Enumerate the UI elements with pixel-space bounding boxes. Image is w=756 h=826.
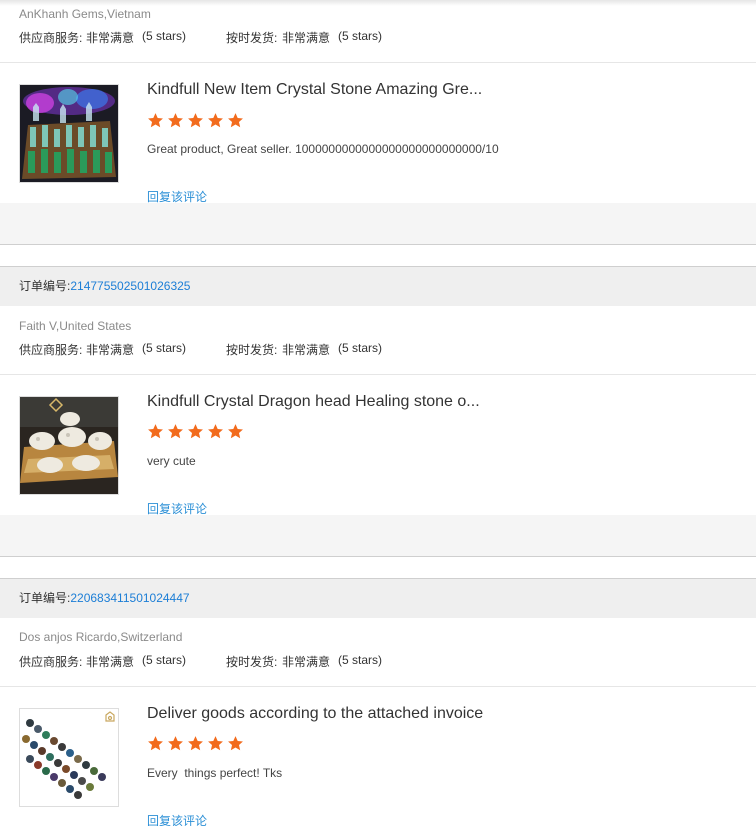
star-icon [207, 423, 224, 440]
on-time-delivery-label: 按时发货: [226, 31, 278, 45]
supplier-service-value: 非常满意 [86, 655, 135, 669]
rating-stars [147, 112, 247, 130]
star-icon [207, 112, 224, 129]
supplier-service-label: 供应商服务: [19, 655, 83, 669]
order-header: 订单编号:220683411501024447 [0, 578, 756, 618]
on-time-delivery-value: 非常满意 [282, 655, 331, 669]
supplier-service-label: 供应商服务: [19, 31, 83, 45]
review-item: Kindfull New Item Crystal Stone Amazing … [0, 63, 756, 204]
review-comment: very cute [147, 454, 196, 468]
supplier-service-stars: (5 stars) [142, 341, 187, 355]
on-time-delivery-stars: (5 stars) [338, 341, 383, 355]
star-icon [207, 735, 224, 752]
product-title[interactable]: Deliver goods according to the attached … [147, 705, 483, 723]
order-number-link[interactable]: 214775502501026325 [70, 279, 190, 293]
star-icon [227, 735, 244, 752]
star-icon [227, 423, 244, 440]
order-number-label: 订单编号: [19, 279, 71, 293]
review-comment: Great product, Great seller. 10000000000… [147, 142, 499, 156]
order-number-label: 订单编号: [19, 591, 71, 605]
review-item: Deliver goods according to the attached … [0, 687, 756, 826]
on-time-delivery-label: 按时发货: [226, 343, 278, 357]
on-time-delivery-stars: (5 stars) [338, 653, 383, 667]
supplier-service-stars: (5 stars) [142, 29, 187, 43]
on-time-delivery-stars: (5 stars) [338, 29, 383, 43]
on-time-delivery-label: 按时发货: [226, 655, 278, 669]
buyer-block: Faith V,United States 供应商服务: 非常满意 (5 sta… [0, 319, 756, 357]
product-title[interactable]: Kindfull New Item Crystal Stone Amazing … [147, 81, 482, 99]
buyer-name: Dos anjos Ricardo,Switzerland [19, 630, 183, 644]
dragon-head-photo[interactable] [19, 396, 119, 495]
section-spacer [0, 246, 756, 266]
supplier-service-stars: (5 stars) [142, 653, 187, 667]
supplier-service-label: 供应商服务: [19, 343, 83, 357]
star-icon [167, 423, 184, 440]
star-icon [187, 423, 204, 440]
buyer-name: Faith V,United States [19, 319, 132, 333]
on-time-delivery-value: 非常满意 [282, 31, 331, 45]
buyer-block: Dos anjos Ricardo,Switzerland 供应商服务: 非常满… [0, 630, 756, 669]
star-icon [147, 735, 164, 752]
top-shadow [0, 0, 756, 6]
section-gap [0, 515, 756, 557]
star-icon [227, 112, 244, 129]
ratings-line: 供应商服务: 非常满意 (5 stars) 按时发货: 非常满意 (5 star… [0, 341, 756, 357]
product-title[interactable]: Kindfull Crystal Dragon head Healing sto… [147, 393, 480, 411]
star-icon [147, 112, 164, 129]
section-spacer [0, 558, 756, 578]
reply-link[interactable]: 回复该评论 [147, 812, 207, 826]
star-icon [167, 112, 184, 129]
bead-bracelets-photo[interactable] [19, 708, 119, 807]
ratings-line: 供应商服务: 非常满意 (5 stars) 按时发货: 非常满意 (5 star… [0, 29, 756, 45]
star-icon [187, 735, 204, 752]
order-header: 订单编号:214775502501026325 [0, 266, 756, 306]
crystal-towers-photo[interactable] [19, 84, 119, 183]
star-icon [147, 423, 164, 440]
review-comment: Every things perfect! Tks [147, 766, 283, 780]
buyer-name: AnKhanh Gems,Vietnam [19, 7, 151, 21]
rating-stars [147, 423, 247, 441]
star-icon [167, 735, 184, 752]
supplier-service-value: 非常满意 [86, 31, 135, 45]
section-gap [0, 203, 756, 245]
rating-stars [147, 735, 247, 753]
supplier-service-value: 非常满意 [86, 343, 135, 357]
review-item: Kindfull Crystal Dragon head Healing sto… [0, 375, 756, 516]
order-number-link[interactable]: 220683411501024447 [70, 591, 189, 605]
ratings-line: 供应商服务: 非常满意 (5 stars) 按时发货: 非常满意 (5 star… [0, 653, 756, 669]
buyer-block: AnKhanh Gems,Vietnam 供应商服务: 非常满意 (5 star… [0, 7, 756, 45]
reviews-page: AnKhanh Gems,Vietnam 供应商服务: 非常满意 (5 star… [0, 0, 756, 826]
star-icon [187, 112, 204, 129]
on-time-delivery-value: 非常满意 [282, 343, 331, 357]
